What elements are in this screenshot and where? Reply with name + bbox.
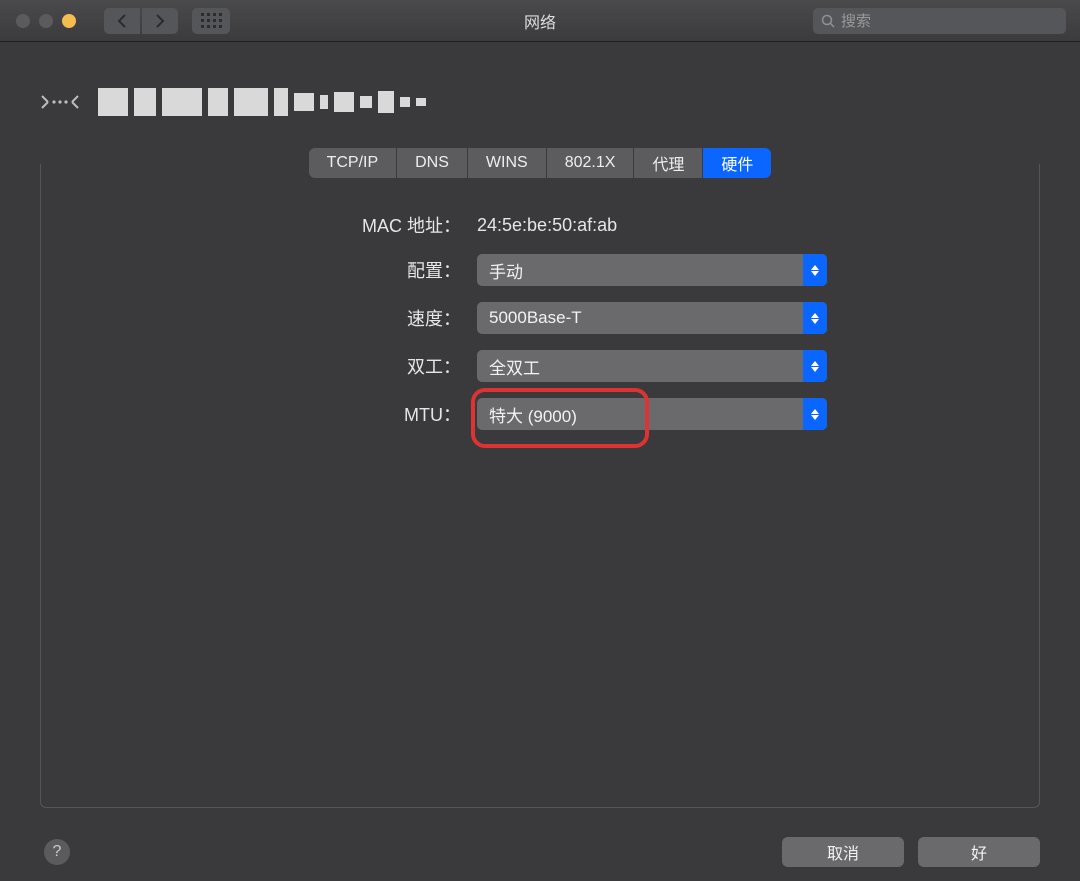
select-mtu-value: 特大 (9000) [489, 402, 577, 427]
row-config: 配置： 手动 [41, 254, 1039, 286]
select-speed[interactable]: 5000Base-T [477, 302, 827, 334]
cancel-button[interactable]: 取消 [782, 837, 904, 867]
row-mtu: MTU： 特大 (9000) [41, 398, 1039, 430]
search-placeholder: 搜索 [841, 10, 871, 31]
content-panel: MAC 地址： 24:5e:be:50:af:ab 配置： 手动 速度： 500… [40, 164, 1040, 808]
traffic-lights [16, 14, 76, 28]
chevron-right-icon [155, 14, 165, 28]
ethernet-icon [40, 87, 80, 117]
chevron-left-icon [117, 14, 127, 28]
hardware-form: MAC 地址： 24:5e:be:50:af:ab 配置： 手动 速度： 500… [41, 212, 1039, 430]
updown-icon [803, 254, 827, 286]
row-speed: 速度： 5000Base-T [41, 302, 1039, 334]
select-duplex-value: 全双工 [489, 354, 540, 379]
search-icon [821, 14, 835, 28]
search-field[interactable]: 搜索 [813, 8, 1066, 34]
updown-icon [803, 398, 827, 430]
help-button[interactable]: ? [44, 839, 70, 865]
show-all-button[interactable] [192, 8, 230, 34]
interface-name-redacted [98, 88, 426, 116]
footer: ? 取消 好 [0, 837, 1080, 867]
select-config-value: 手动 [489, 258, 523, 283]
window-minimize-button[interactable] [39, 14, 53, 28]
interface-icon [40, 84, 80, 120]
preferences-window: 网络 搜索 TCP/IP DNS WINS 802.1X [0, 0, 1080, 881]
grid-icon [201, 13, 222, 28]
updown-icon [803, 302, 827, 334]
label-duplex: 双工： [41, 353, 477, 379]
row-mac: MAC 地址： 24:5e:be:50:af:ab [41, 212, 1039, 238]
label-config: 配置： [41, 257, 477, 283]
row-duplex: 双工： 全双工 [41, 350, 1039, 382]
label-mtu: MTU： [41, 401, 477, 427]
select-speed-value: 5000Base-T [489, 308, 582, 328]
window-close-button[interactable] [16, 14, 30, 28]
select-mtu[interactable]: 特大 (9000) [477, 398, 827, 430]
titlebar: 网络 搜索 [0, 0, 1080, 42]
label-mac: MAC 地址： [41, 212, 477, 238]
select-config[interactable]: 手动 [477, 254, 827, 286]
nav-history [104, 8, 178, 34]
window-zoom-button[interactable] [62, 14, 76, 28]
value-mac: 24:5e:be:50:af:ab [477, 215, 617, 236]
nav-forward-button[interactable] [142, 8, 178, 34]
ok-button[interactable]: 好 [918, 837, 1040, 867]
select-duplex[interactable]: 全双工 [477, 350, 827, 382]
updown-icon [803, 350, 827, 382]
label-speed: 速度： [41, 305, 477, 331]
page-header [40, 84, 1080, 120]
nav-back-button[interactable] [104, 8, 140, 34]
